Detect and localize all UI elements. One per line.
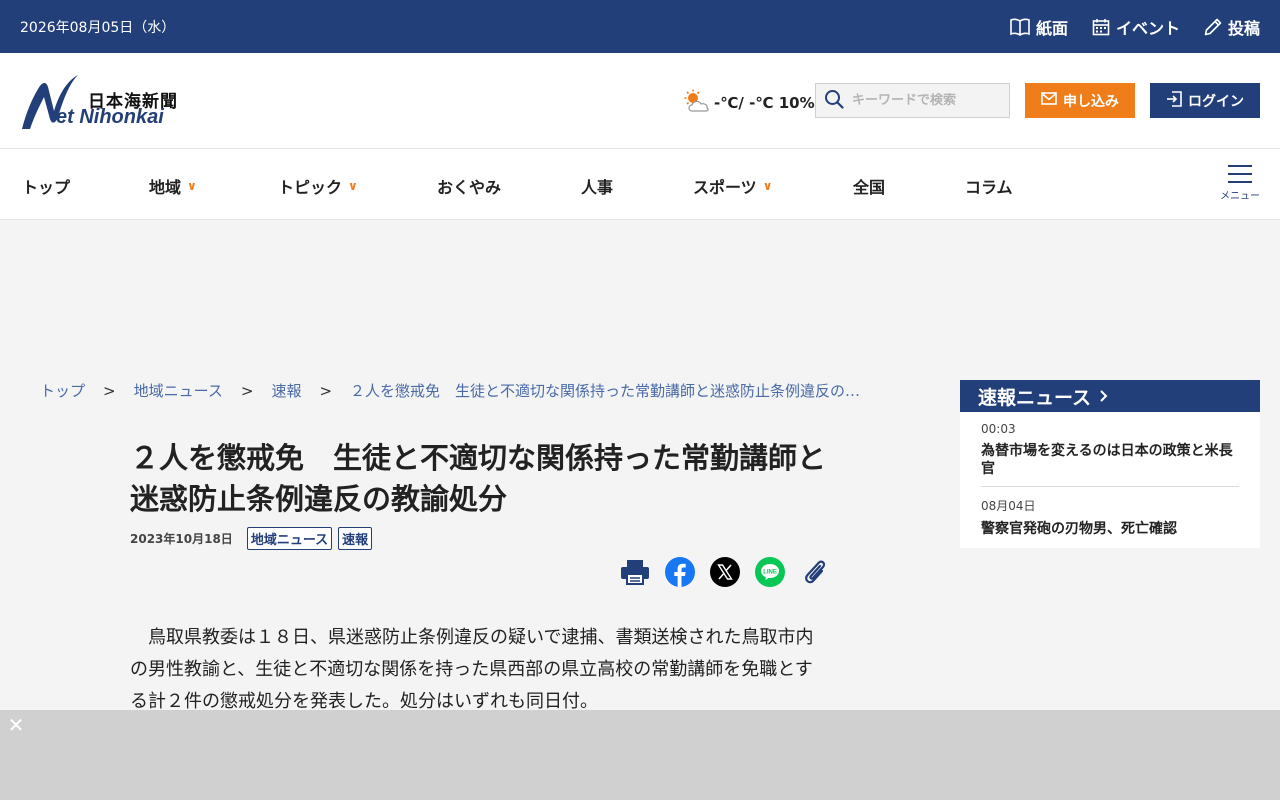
event-link[interactable]: イベント: [1092, 15, 1180, 39]
weather-text: -℃/ -℃ 10%: [714, 94, 815, 112]
facebook-icon: [665, 557, 695, 591]
breadcrumb-breaking[interactable]: 速報: [271, 382, 301, 400]
news-time: 00:03: [981, 422, 1016, 436]
share-buttons: LINE: [620, 557, 830, 591]
breaking-news-heading[interactable]: 速報ニュース: [960, 380, 1260, 412]
breaking-news-panel: 速報ニュース 00:03 為替市場を変えるのは日本の政策と米長官 08月04日 …: [960, 380, 1260, 548]
mail-icon: [1041, 92, 1057, 109]
search-box[interactable]: [815, 83, 1010, 118]
breadcrumb-separator: >: [103, 382, 116, 400]
menu-button[interactable]: メニュー: [1220, 165, 1260, 202]
publish-date: 2023年10月18日: [130, 532, 233, 546]
site-header: 日本海新聞 et Nihonkai -℃/ -℃ 10% 申し込み ログイン: [0, 53, 1280, 149]
breadcrumb-region-news[interactable]: 地域ニュース: [134, 382, 223, 400]
copy-link-button[interactable]: [800, 559, 830, 589]
login-icon: [1166, 90, 1182, 111]
svg-text:LINE: LINE: [763, 570, 777, 576]
apply-button[interactable]: 申し込み: [1025, 83, 1135, 118]
nav-item-national[interactable]: 全国: [853, 174, 885, 198]
news-list-item[interactable]: 00:03 為替市場を変えるのは日本の政策と米長官: [981, 412, 1239, 486]
nav-item-label: スポーツ: [693, 178, 757, 197]
menu-label: メニュー: [1220, 191, 1260, 202]
nav-item-region[interactable]: 地域 ∨: [149, 174, 197, 198]
nav-item-sports[interactable]: スポーツ ∨: [693, 174, 772, 198]
post-link[interactable]: 投稿: [1204, 15, 1260, 39]
login-button-label: ログイン: [1188, 93, 1244, 110]
search-input[interactable]: [852, 93, 1002, 108]
breadcrumb-top[interactable]: トップ: [40, 382, 85, 400]
logo-english: et Nihonkai: [56, 106, 164, 128]
nav-item-label: おくやみ: [437, 178, 502, 197]
article-body: 鳥取県教委は１８日、県迷惑防止条例違反の疑いで逮捕、書類送検された鳥取市内の男性…: [130, 627, 814, 712]
breaking-news-title: 速報ニュース: [978, 386, 1092, 409]
calendar-icon: [1092, 18, 1110, 36]
tag-region-news[interactable]: 地域ニュース: [246, 527, 333, 550]
x-icon: [710, 557, 740, 591]
top-bar: 2026年08月05日（水） 紙面 イベント 投稿: [0, 0, 1280, 53]
chevron-down-icon: ∨: [348, 179, 358, 193]
partly-cloudy-icon: [684, 89, 710, 117]
main-nav: トップ 地域 ∨ トピック ∨ おくやみ 人事 スポーツ ∨ 全国 コラム メニ…: [0, 149, 1280, 220]
nav-item-personnel[interactable]: 人事: [581, 174, 613, 198]
nav-item-top[interactable]: トップ: [22, 174, 70, 198]
news-headline: 為替市場を変えるのは日本の政策と米長官: [981, 443, 1233, 477]
x-share-button[interactable]: [710, 557, 740, 591]
hamburger-icon: [1228, 165, 1252, 189]
line-icon: LINE: [755, 557, 785, 591]
site-logo[interactable]: 日本海新聞 et Nihonkai: [20, 73, 190, 131]
link-icon: [800, 557, 830, 591]
search-icon: [824, 89, 844, 113]
weather-widget: -℃/ -℃ 10%: [684, 89, 815, 117]
paper-link[interactable]: 紙面: [1010, 15, 1068, 39]
top-links: 紙面 イベント 投稿: [1010, 15, 1260, 39]
facebook-share-button[interactable]: [665, 557, 695, 591]
chevron-down-icon: ∨: [187, 179, 197, 193]
paper-link-label: 紙面: [1035, 19, 1068, 38]
news-time: 08月04日: [981, 499, 1036, 513]
post-link-label: 投稿: [1227, 19, 1260, 38]
breadcrumb-separator: >: [319, 382, 333, 400]
nav-item-obituaries[interactable]: おくやみ: [437, 174, 501, 198]
bottom-ad-banner: ✕: [0, 710, 1280, 800]
nav-item-topics[interactable]: トピック ∨: [278, 174, 358, 198]
print-button[interactable]: [620, 559, 650, 589]
pen-icon: [1204, 18, 1222, 36]
book-icon: [1010, 18, 1030, 36]
breadcrumb-separator: >: [240, 382, 254, 400]
chevron-right-icon: [1099, 385, 1109, 407]
nav-item-label: トップ: [22, 178, 71, 197]
login-button[interactable]: ログイン: [1150, 83, 1260, 118]
article-title: ２人を懲戒免 生徒と不適切な関係持った常勤講師と迷惑防止条例違反の教諭処分: [130, 441, 827, 516]
nav-item-label: 全国: [853, 178, 886, 197]
current-date: 2026年08月05日（水）: [20, 20, 176, 36]
breadcrumb: トップ > 地域ニュース > 速報 >２人を懲戒免 生徒と不適切な関係持った常勤講師と迷惑…: [40, 380, 920, 401]
event-link-label: イベント: [1115, 19, 1180, 38]
nav-item-label: 人事: [581, 178, 614, 197]
nav-item-column[interactable]: コラム: [965, 174, 1013, 198]
print-icon: [620, 559, 650, 589]
news-headline: 警察官発砲の刃物男、死亡確認: [981, 521, 1177, 537]
apply-button-label: 申し込み: [1063, 93, 1119, 110]
chevron-down-icon: ∨: [762, 179, 773, 193]
tag-breaking[interactable]: 速報: [338, 527, 373, 550]
article-meta: 2023年10月18日 地域ニュース 速報: [130, 527, 373, 550]
nav-item-label: トピック: [278, 178, 343, 197]
nav-item-label: コラム: [965, 178, 1013, 197]
breadcrumb-current: ２人を懲戒免 生徒と不適切な関係持った常勤講師と迷惑防止条例違反の…: [350, 382, 861, 400]
nav-item-label: 地域: [149, 178, 182, 197]
news-list-item[interactable]: 08月04日 警察官発砲の刃物男、死亡確認: [981, 486, 1239, 546]
close-icon[interactable]: ✕: [6, 714, 26, 736]
line-share-button[interactable]: LINE: [755, 557, 785, 591]
